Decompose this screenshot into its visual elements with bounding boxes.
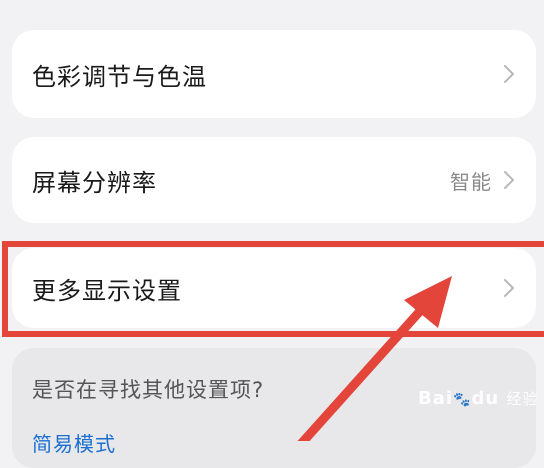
screen-resolution-value: 智能: [450, 169, 492, 194]
highlight-box: [2, 241, 544, 337]
screen-resolution-item[interactable]: 屏幕分辨率 智能: [12, 137, 536, 223]
screen-resolution-label: 屏幕分辨率: [32, 168, 157, 197]
watermark-suffix: 经验: [506, 390, 539, 408]
color-temperature-item[interactable]: 色彩调节与色温: [12, 30, 536, 118]
chevron-right-icon: [504, 65, 514, 83]
chevron-right-icon: [504, 171, 514, 189]
baidu-watermark: Bai🐾du 经验: [418, 388, 538, 409]
watermark-brand2: du: [471, 388, 500, 409]
watermark-brand: Bai: [418, 388, 454, 409]
paw-icon: 🐾: [453, 392, 472, 408]
color-temperature-label: 色彩调节与色温: [32, 62, 207, 91]
simple-mode-link[interactable]: 简易模式: [32, 428, 516, 457]
